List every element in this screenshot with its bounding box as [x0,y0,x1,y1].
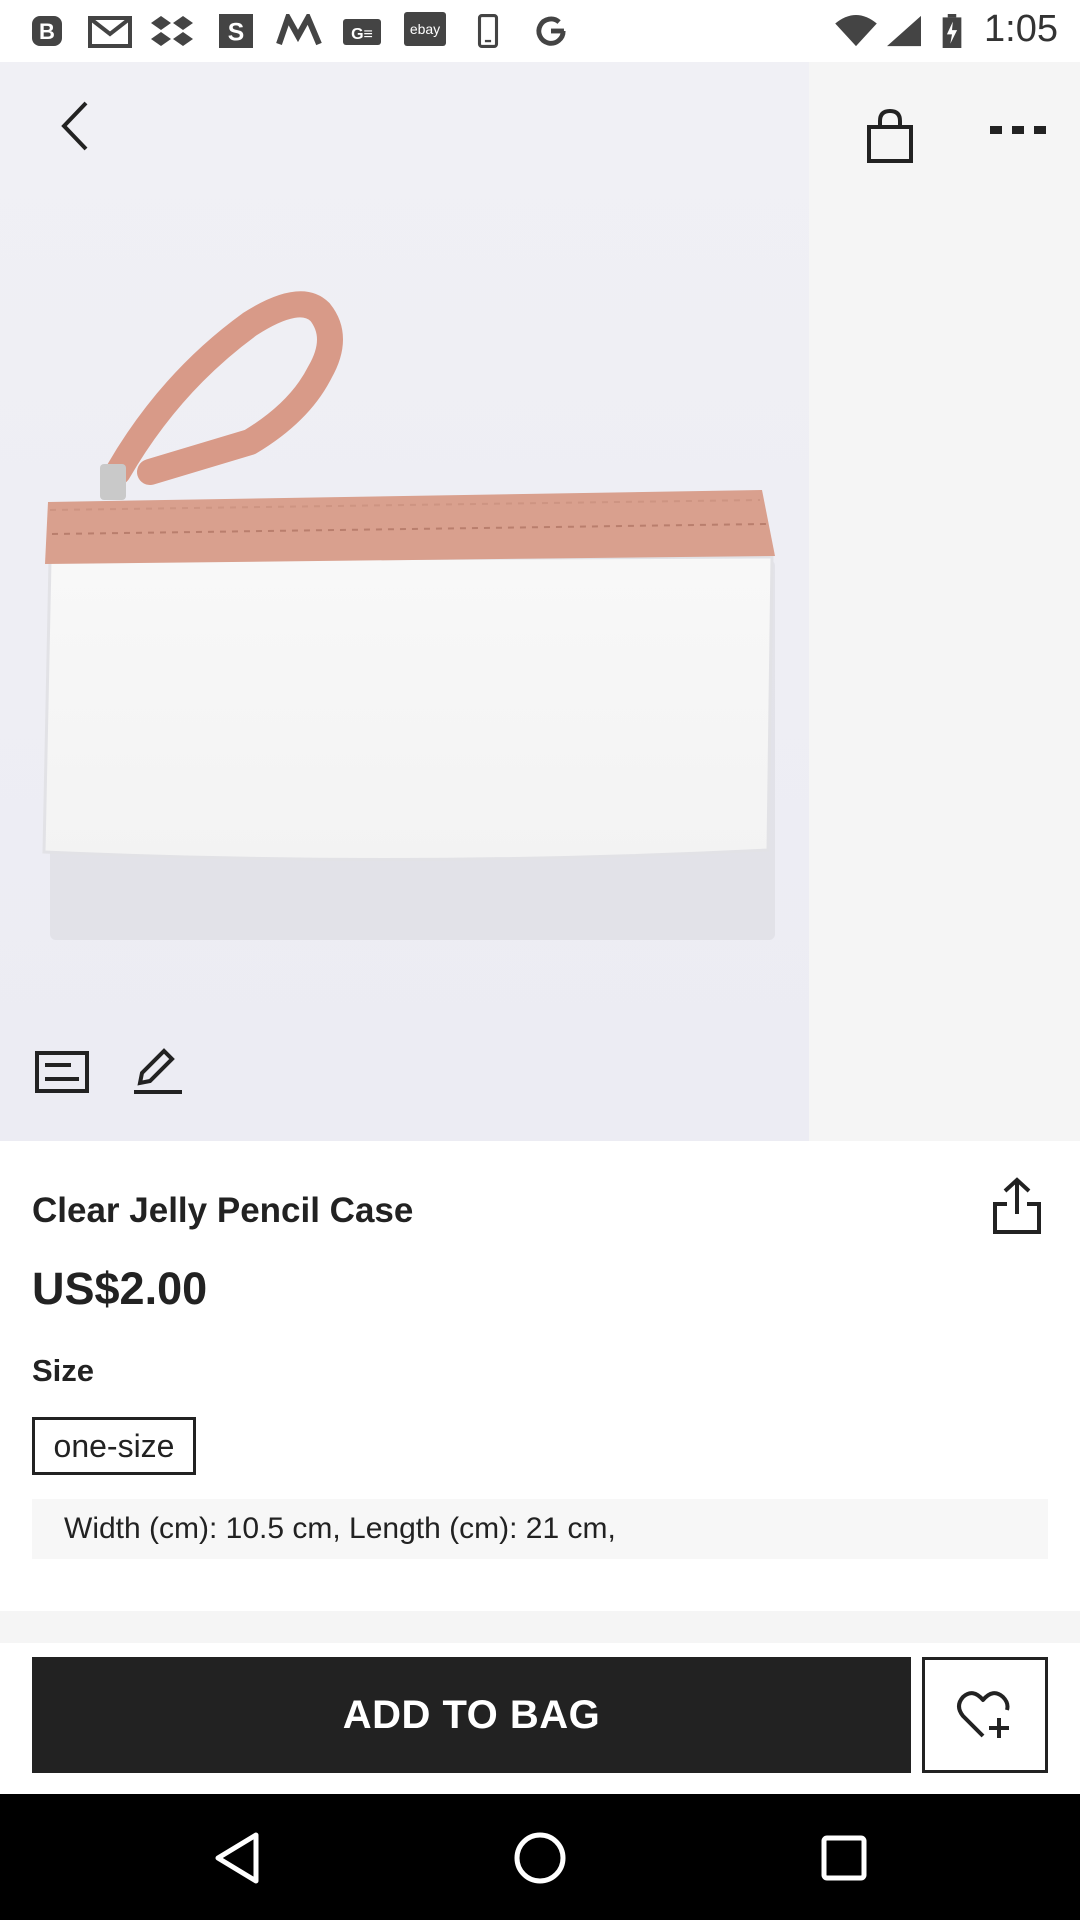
ebay-icon: ebay [404,12,446,46]
more-horizontal-icon [990,126,1046,134]
shopping-bag-button[interactable] [858,102,922,172]
pencil-case-image [0,62,809,1141]
square-recents-icon [821,1835,867,1881]
s-app-icon: S [219,14,253,48]
phone-icon [477,14,499,48]
svg-text:G≡: G≡ [351,26,373,43]
size-measurements: Width (cm): 10.5 cm, Length (cm): 21 cm, [32,1499,1048,1559]
shopping-bag-icon [867,109,913,163]
system-back-button[interactable] [205,1826,269,1890]
b-icon: B [32,16,62,46]
measurements-text: Width (cm): 10.5 cm, Length (cm): 21 cm, [64,1512,616,1545]
m-app-icon [276,14,322,46]
chevron-left-icon [61,101,88,151]
size-option-one-size[interactable]: one-size [32,1417,196,1475]
product-gallery[interactable] [0,62,1080,1141]
google-icon [536,16,566,46]
wifi-icon [835,14,877,47]
cell-signal-icon [887,15,921,47]
circle-home-icon [514,1832,566,1884]
edit-pencil-icon [134,1048,182,1094]
review-button[interactable] [130,1044,186,1098]
share-icon [993,1177,1041,1234]
product-title: Clear Jelly Pencil Case [32,1191,414,1230]
product-photo [0,62,809,1141]
more-options-button[interactable] [984,110,1052,150]
section-divider [0,1611,1080,1643]
back-button[interactable] [46,96,102,156]
ge-icon: G≡ [343,19,381,45]
gmail-icon [88,16,132,48]
ebay-text: ebay [409,21,441,37]
system-home-button[interactable] [508,1826,572,1890]
system-recents-button[interactable] [812,1826,876,1890]
product-price: US$2.00 [32,1263,208,1314]
system-navigation-bar [0,1794,1080,1920]
description-icon [35,1051,89,1093]
action-bar: ADD TO BAG [0,1643,1080,1794]
dropbox-icon [151,16,193,46]
add-to-bag-button[interactable]: ADD TO BAG [32,1657,911,1773]
wishlist-button[interactable] [922,1657,1048,1773]
svg-text:S: S [228,19,245,46]
description-button[interactable] [32,1047,92,1097]
triangle-back-icon [215,1832,259,1884]
battery-charging-icon [942,14,962,48]
clock: 1:05 [984,8,1058,50]
svg-text:B: B [39,19,55,44]
product-info: Clear Jelly Pencil Case US$2.00 Size one… [0,1141,1080,1611]
next-photo-preview[interactable] [809,62,1080,1141]
share-button[interactable] [986,1173,1048,1239]
status-bar: B S G≡ ebay 1:05 [0,0,1080,62]
heart-plus-icon [957,1691,1010,1738]
size-label: Size [32,1353,95,1388]
